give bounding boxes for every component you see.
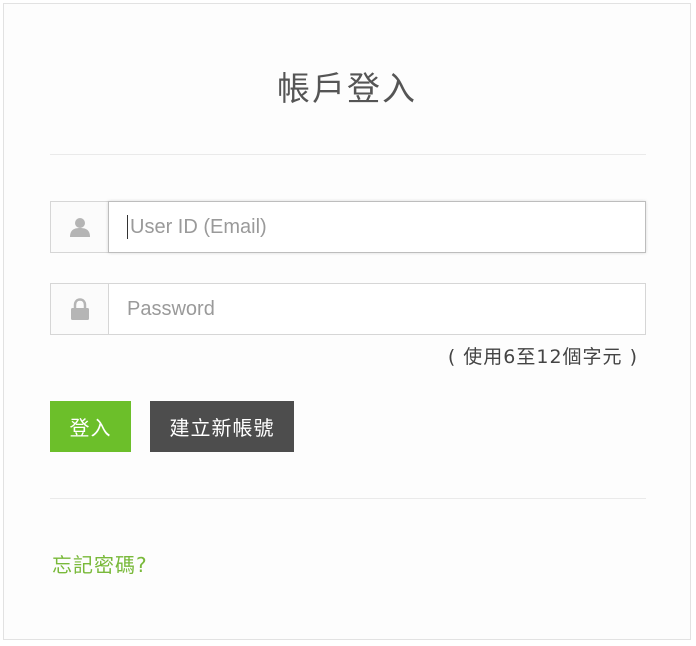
user-id-input[interactable]: User ID (Email) [108,201,646,253]
password-group: Password [50,283,646,335]
user-icon [69,218,90,237]
bottom-divider [50,498,646,499]
password-placeholder: Password [127,297,215,320]
page-title: 帳戶登入 [277,69,417,108]
password-addon [50,283,108,335]
password-hint: ( 使用6至12個字元 ) [447,346,638,368]
forgot-password-link[interactable]: 忘記密碼? [52,549,148,578]
lock-icon [70,298,89,320]
top-divider [50,154,646,155]
password-input[interactable]: Password [108,283,646,335]
user-id-placeholder: User ID (Email) [130,215,267,238]
text-caret [127,215,128,239]
login-panel: 帳戶登入 User ID (Email) Password ( 使用6至12個字… [3,3,691,640]
login-button[interactable]: 登入 [50,401,131,452]
create-account-button[interactable]: 建立新帳號 [150,401,294,452]
user-addon [50,201,108,253]
user-id-group: User ID (Email) [50,201,646,253]
